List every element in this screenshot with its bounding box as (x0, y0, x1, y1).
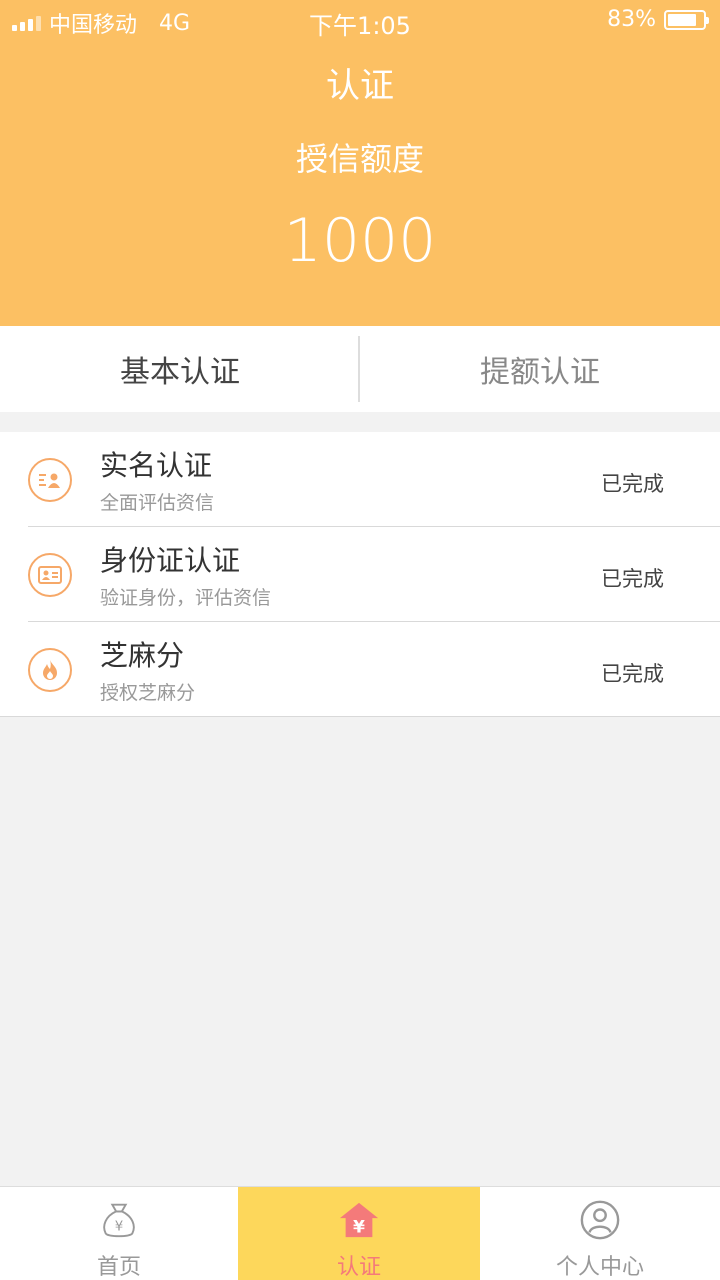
nav-auth[interactable]: ¥ 认证 (238, 1187, 480, 1280)
list-item-realname[interactable]: 实名认证 全面评估资信 已完成 (0, 432, 720, 527)
page-title: 认证 (326, 66, 394, 106)
svg-text:¥: ¥ (115, 1220, 124, 1235)
auth-tabs: 基本认证 提额认证 (0, 326, 720, 412)
item-title: 实名认证 (100, 449, 213, 482)
flame-icon (28, 648, 72, 692)
auth-list: 实名认证 全面评估资信 已完成 身份证认证 验证身份，评估资信 已完成 芝麻分 (0, 432, 720, 717)
nav-profile[interactable]: 个人中心 (480, 1187, 720, 1280)
svg-text:¥: ¥ (353, 1217, 365, 1237)
realname-id-icon (28, 458, 72, 502)
nav-home[interactable]: ¥ 首页 (0, 1187, 238, 1280)
battery-percent: 83% (607, 7, 656, 32)
tab-basic-auth[interactable]: 基本认证 (0, 326, 360, 412)
item-status: 已完成 (601, 567, 664, 591)
battery-level (668, 13, 697, 26)
header-banner: 中国移动 4G 下午1:05 83% 认证 授信额度 1000 (0, 0, 720, 326)
item-subtitle: 授权芝麻分 (100, 682, 196, 704)
house-yen-icon: ¥ (339, 1202, 379, 1237)
nav-label: 首页 (96, 1255, 141, 1280)
bottom-nav: ¥ 首页 ¥ 认证 个人中心 (0, 1186, 720, 1280)
list-item-idcard[interactable]: 身份证认证 验证身份，评估资信 已完成 (0, 527, 720, 622)
nav-label: 个人中心 (555, 1255, 644, 1280)
list-item-sesame[interactable]: 芝麻分 授权芝麻分 已完成 (0, 622, 720, 717)
tab-divider (358, 336, 360, 402)
item-title: 身份证认证 (100, 544, 241, 577)
person-icon (580, 1200, 620, 1240)
battery-icon (664, 9, 709, 30)
tab-limit-increase-auth[interactable]: 提额认证 (360, 326, 720, 412)
divider (0, 716, 720, 717)
item-subtitle: 验证身份，评估资信 (100, 587, 272, 609)
item-status: 已完成 (601, 472, 664, 496)
item-subtitle: 全面评估资信 (100, 492, 215, 514)
money-bag-icon: ¥ (103, 1203, 135, 1238)
status-bar: 中国移动 4G 下午1:05 83% (0, 0, 720, 40)
item-title: 芝麻分 (100, 639, 185, 672)
credit-label: 授信额度 (295, 140, 424, 178)
item-status: 已完成 (601, 662, 664, 686)
nav-label: 认证 (336, 1255, 381, 1280)
credit-amount: 1000 (283, 206, 437, 276)
id-card-icon (28, 553, 72, 597)
status-right: 83% (607, 7, 709, 32)
